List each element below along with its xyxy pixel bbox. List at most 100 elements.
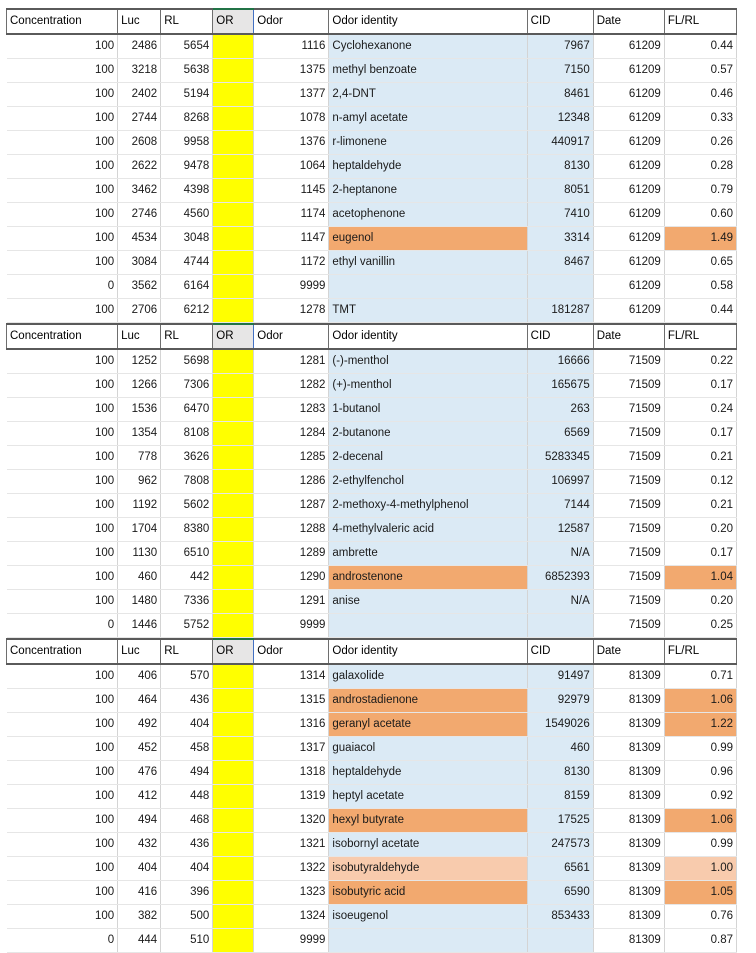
cell-odor[interactable]: 1078 (253, 106, 330, 131)
cell-rl[interactable]: 494 (160, 760, 214, 785)
cell-concentration[interactable]: 100 (6, 397, 119, 422)
cell-identity[interactable]: methyl benzoate (328, 58, 528, 83)
cell-identity[interactable]: 2,4-DNT (328, 82, 528, 107)
cell-identity[interactable]: ambrette (328, 541, 528, 566)
cell-date[interactable]: 71509 (593, 469, 665, 494)
cell-flrl[interactable]: 1.06 (664, 688, 738, 713)
cell-identity[interactable]: (-)-menthol (328, 349, 528, 374)
cell-odor[interactable]: 1287 (253, 493, 330, 518)
cell-or[interactable] (212, 736, 255, 761)
table-row[interactable]: 100 3218 5638 1375 methyl benzoate 7150 61209 0… (6, 58, 738, 83)
cell-luc[interactable]: 492 (117, 712, 162, 737)
cell-odor[interactable]: 1315 (253, 688, 330, 713)
cell-identity[interactable]: 2-methoxy-4-methylphenol (328, 493, 528, 518)
data-block[interactable]: Concentration Luc RL OR Odor Odor identity CID… (5, 323, 738, 638)
cell-rl[interactable]: 8380 (160, 517, 214, 542)
cell-concentration[interactable]: 100 (6, 808, 119, 833)
cell-odor[interactable]: 9999 (253, 613, 330, 638)
cell-luc[interactable]: 406 (117, 664, 162, 689)
column-header-concentration[interactable]: Concentration (5, 323, 119, 350)
cell-identity[interactable] (328, 274, 528, 299)
cell-cid[interactable]: 853433 (527, 904, 594, 929)
cell-identity[interactable]: (+)-menthol (328, 373, 528, 398)
column-header-date[interactable]: Date (593, 323, 665, 350)
spreadsheet-grid[interactable]: Concentration Luc RL OR Odor Odor identity CID… (5, 8, 738, 953)
cell-flrl[interactable]: 0.33 (664, 106, 738, 131)
table-row[interactable]: 100 416 396 1323 isobutyric acid 6590 81309 1.0… (6, 880, 738, 905)
cell-odor[interactable]: 1319 (253, 784, 330, 809)
cell-cid[interactable]: 8130 (527, 154, 594, 179)
cell-rl[interactable]: 6164 (160, 274, 214, 299)
cell-or[interactable] (212, 664, 255, 689)
column-header-luc[interactable]: Luc (117, 8, 162, 35)
table-row[interactable]: 0 1446 5752 9999 71509 0.25 (6, 613, 738, 638)
cell-cid[interactable]: 12587 (527, 517, 594, 542)
cell-concentration[interactable]: 100 (6, 565, 119, 590)
column-header-rl[interactable]: RL (160, 8, 214, 35)
cell-rl[interactable]: 9478 (160, 154, 214, 179)
cell-identity[interactable]: r-limonene (328, 130, 528, 155)
cell-date[interactable]: 81309 (593, 928, 665, 953)
cell-cid[interactable]: 7144 (527, 493, 594, 518)
cell-cid[interactable]: 5283345 (527, 445, 594, 470)
cell-identity[interactable]: TMT (328, 298, 528, 323)
cell-or[interactable] (212, 832, 255, 857)
column-header-luc[interactable]: Luc (117, 323, 162, 350)
cell-or[interactable] (212, 154, 255, 179)
table-row[interactable]: 100 432 436 1321 isobornyl acetate 247573 8130… (6, 832, 738, 857)
cell-identity[interactable]: guaiacol (328, 736, 528, 761)
cell-luc[interactable]: 1480 (117, 589, 162, 614)
cell-odor[interactable]: 1064 (253, 154, 330, 179)
cell-cid[interactable]: 7967 (527, 34, 594, 59)
cell-cid[interactable]: 17525 (527, 808, 594, 833)
cell-date[interactable]: 81309 (593, 904, 665, 929)
cell-flrl[interactable]: 0.12 (664, 469, 738, 494)
cell-or[interactable] (212, 589, 255, 614)
cell-luc[interactable]: 2744 (117, 106, 162, 131)
cell-luc[interactable]: 2746 (117, 202, 162, 227)
cell-concentration[interactable]: 100 (6, 130, 119, 155)
cell-concentration[interactable]: 100 (6, 226, 119, 251)
cell-flrl[interactable]: 0.44 (664, 298, 738, 323)
cell-concentration[interactable]: 100 (6, 82, 119, 107)
cell-flrl[interactable]: 1.05 (664, 880, 738, 905)
cell-luc[interactable]: 2402 (117, 82, 162, 107)
cell-identity[interactable]: galaxolide (328, 664, 528, 689)
cell-identity[interactable]: eugenol (328, 226, 528, 251)
cell-flrl[interactable]: 0.92 (664, 784, 738, 809)
cell-or[interactable] (212, 397, 255, 422)
cell-cid[interactable]: N/A (527, 541, 594, 566)
cell-date[interactable]: 61209 (593, 226, 665, 251)
column-header-luc[interactable]: Luc (117, 638, 162, 665)
cell-odor[interactable]: 1290 (253, 565, 330, 590)
cell-date[interactable]: 61209 (593, 34, 665, 59)
cell-or[interactable] (212, 202, 255, 227)
cell-date[interactable]: 71509 (593, 373, 665, 398)
cell-or[interactable] (212, 421, 255, 446)
cell-luc[interactable]: 2706 (117, 298, 162, 323)
column-header-odor[interactable]: Odor (253, 323, 330, 350)
cell-identity[interactable]: acetophenone (328, 202, 528, 227)
table-row[interactable]: 100 4534 3048 1147 eugenol 3314 61209 1.49 (6, 226, 738, 251)
cell-rl[interactable]: 8268 (160, 106, 214, 131)
cell-date[interactable]: 81309 (593, 832, 665, 857)
cell-flrl[interactable]: 0.21 (664, 445, 738, 470)
cell-cid[interactable]: 6852393 (527, 565, 594, 590)
cell-concentration[interactable]: 100 (6, 34, 119, 59)
cell-flrl[interactable]: 0.17 (664, 421, 738, 446)
cell-identity[interactable]: 2-heptanone (328, 178, 528, 203)
cell-or[interactable] (212, 274, 255, 299)
cell-cid[interactable]: 181287 (527, 298, 594, 323)
cell-concentration[interactable]: 100 (6, 856, 119, 881)
cell-identity[interactable]: hexyl butyrate (328, 808, 528, 833)
cell-or[interactable] (212, 541, 255, 566)
cell-identity[interactable]: 2-decenal (328, 445, 528, 470)
cell-flrl[interactable]: 0.46 (664, 82, 738, 107)
cell-rl[interactable]: 458 (160, 736, 214, 761)
cell-odor[interactable]: 1286 (253, 469, 330, 494)
cell-flrl[interactable]: 1.06 (664, 808, 738, 833)
table-row[interactable]: 100 382 500 1324 isoeugenol 853433 81309 0.76 (6, 904, 738, 929)
cell-date[interactable]: 71509 (593, 349, 665, 374)
cell-concentration[interactable]: 100 (6, 517, 119, 542)
cell-date[interactable]: 71509 (593, 541, 665, 566)
